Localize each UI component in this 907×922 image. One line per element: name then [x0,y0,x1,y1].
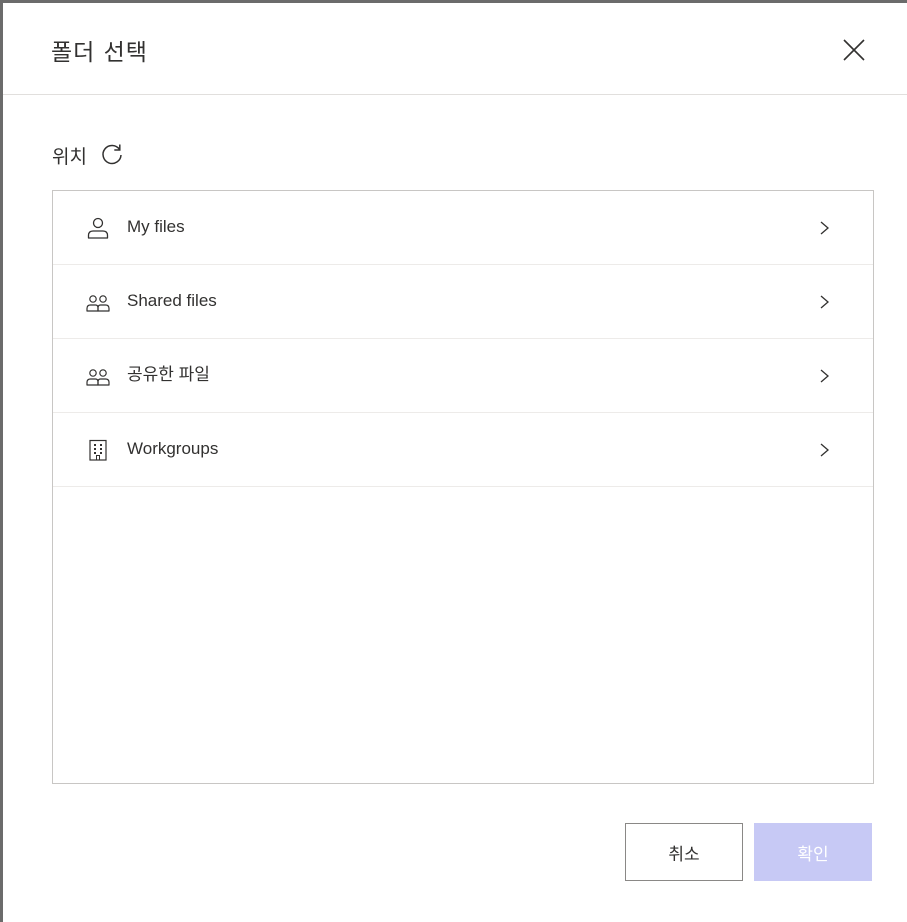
chevron-right-icon [820,369,829,383]
list-item-label: My files [127,217,185,236]
list-item-label: Shared files [127,291,217,310]
list-item-label: 공유한 파일 [127,365,210,384]
refresh-button[interactable] [97,140,127,170]
people-icon [86,295,110,312]
chevron-right-icon [820,443,829,457]
select-folder-dialog: 폴더 선택 위치 My files Shared files 공유한 파일 Wo… [0,0,907,922]
dialog-title: 폴더 선택 [51,40,148,66]
close-icon [843,39,865,61]
chevron-right-icon [820,221,829,235]
refresh-icon [102,144,122,165]
list-item-workgroups[interactable]: Workgroups [53,413,873,487]
ok-button[interactable]: 확인 [754,823,872,881]
location-label: 위치 [52,145,87,168]
people-icon [86,369,110,386]
location-row: 위치 [52,139,127,171]
list-item-shared-by-me[interactable]: 공유한 파일 [53,339,873,413]
list-item-my-files[interactable]: My files [53,191,873,265]
close-button[interactable] [839,35,869,65]
person-icon [87,217,109,239]
dialog-header: 폴더 선택 [3,3,907,95]
list-item-shared-files[interactable]: Shared files [53,265,873,339]
cancel-button[interactable]: 취소 [625,823,743,881]
list-item-label: Workgroups [127,439,219,458]
location-list: My files Shared files 공유한 파일 Workgroups [52,190,874,784]
building-icon [89,439,107,461]
chevron-right-icon [820,295,829,309]
